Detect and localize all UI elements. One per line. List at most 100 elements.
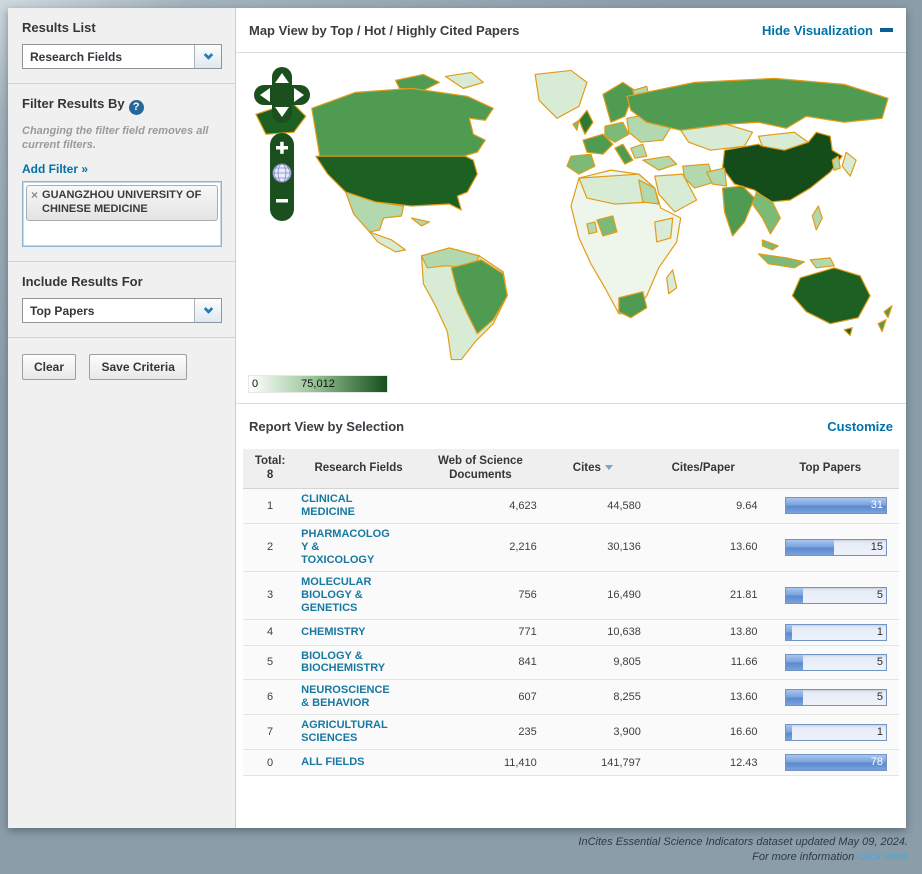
footer-dataset-line: InCites Essential Science Indicators dat… xyxy=(578,836,908,848)
filter-note: Changing the filter field removes all cu… xyxy=(22,124,209,152)
legend-max-value: 75,012 xyxy=(301,378,335,390)
remove-filter-icon[interactable]: × xyxy=(31,188,38,202)
field-cell: BIOLOGY & BIOCHEMISTRY xyxy=(297,645,420,681)
sidebar: Results List Research Fields Filter Resu… xyxy=(8,8,236,828)
top-papers-bar[interactable]: 1 xyxy=(785,723,887,741)
total-label: Total: xyxy=(254,455,286,467)
top-papers-bar[interactable]: 5 xyxy=(785,653,887,671)
table-row: 6 NEUROSCIENCE & BEHAVIOR 607 8,255 13.60 5 xyxy=(243,679,899,716)
field-cell: PHARMACOLOGY & TOXICOLOGY xyxy=(297,523,420,572)
bar-fill xyxy=(786,654,803,670)
legend-gradient-bar: 0 75,012 xyxy=(248,375,388,393)
field-cell: AGRICULTURAL SCIENCES xyxy=(297,714,420,751)
include-results-section: Include Results For Top Papers xyxy=(8,262,235,339)
top-papers-bar[interactable]: 5 xyxy=(785,586,887,604)
map-canvas[interactable] xyxy=(236,53,906,371)
research-field-link[interactable]: CHEMISTRY xyxy=(301,626,393,639)
zoom-control xyxy=(270,133,294,221)
click-here-link[interactable]: Click Here xyxy=(857,851,908,863)
report-title: Report View by Selection xyxy=(249,419,405,434)
cites-cell: 8,255 xyxy=(540,679,645,716)
active-filters-box[interactable]: × GUANGZHOU UNIVERSITY OF CHINESE MEDICI… xyxy=(22,181,222,248)
pan-control xyxy=(254,67,310,123)
legend-min-value: 0 xyxy=(252,378,259,390)
results-list-title: Results List xyxy=(22,20,96,35)
top-papers-cell: 5 xyxy=(761,645,899,681)
top-papers-cell: 5 xyxy=(761,679,899,716)
research-field-link[interactable]: ALL FIELDS xyxy=(301,756,393,769)
map-header: Map View by Top / Hot / Highly Cited Pap… xyxy=(236,8,906,53)
map-controls[interactable] xyxy=(248,61,318,229)
dropdown-button[interactable] xyxy=(194,299,221,323)
research-field-link[interactable]: BIOLOGY & BIOCHEMISTRY xyxy=(301,650,393,676)
table-filler xyxy=(236,776,906,828)
cites-per-paper-cell: 21.81 xyxy=(644,571,762,620)
filter-section: Filter Results By? Changing the filter f… xyxy=(8,84,235,263)
research-field-link[interactable]: NEUROSCIENCE & BEHAVIOR xyxy=(301,684,393,710)
clear-button[interactable]: Clear xyxy=(22,354,77,381)
table-row: 3 MOLECULAR BIOLOGY & GENETICS 756 16,490 21… xyxy=(243,571,899,620)
cites-cell: 30,136 xyxy=(540,523,645,572)
cites-cell: 3,900 xyxy=(540,714,645,751)
wos-documents-cell: 4,623 xyxy=(420,488,541,524)
add-filter-link[interactable]: Add Filter » xyxy=(22,162,88,176)
field-cell: CLINICAL MEDICINE xyxy=(297,488,420,524)
customize-link[interactable]: Customize xyxy=(827,419,893,434)
sort-desc-icon xyxy=(604,465,613,471)
wos-documents-cell: 2,216 xyxy=(420,523,541,572)
cites-cell: 44,580 xyxy=(540,488,645,524)
column-research-fields[interactable]: Research Fields xyxy=(297,449,420,489)
dropdown-button[interactable] xyxy=(194,45,221,68)
hide-visualization-label: Hide Visualization xyxy=(761,22,873,38)
actions-section: Clear Save Criteria xyxy=(8,338,235,394)
research-field-link[interactable]: CLINICAL MEDICINE xyxy=(301,493,393,519)
filter-tag: × GUANGZHOU UNIVERSITY OF CHINESE MEDICI… xyxy=(26,185,218,221)
world-choropleth-map[interactable] xyxy=(236,53,906,371)
cites-per-paper-cell: 9.64 xyxy=(644,488,762,524)
save-criteria-button[interactable]: Save Criteria xyxy=(89,354,187,381)
top-papers-bar[interactable]: 15 xyxy=(785,538,887,556)
chevron-down-icon xyxy=(203,304,213,315)
table-row: 0 ALL FIELDS 11,410 141,797 12.43 78 xyxy=(243,749,899,777)
column-top-papers[interactable]: Top Papers xyxy=(761,449,899,489)
total-value: 8 xyxy=(266,469,274,482)
wos-documents-cell: 841 xyxy=(420,645,541,681)
top-papers-bar[interactable]: 1 xyxy=(785,623,887,641)
include-results-selected: Top Papers xyxy=(30,303,95,318)
cites-per-paper-cell: 13.60 xyxy=(644,523,762,572)
results-list-dropdown[interactable]: Research Fields xyxy=(22,44,222,69)
include-results-title: Include Results For xyxy=(22,274,143,290)
top-papers-value: 5 xyxy=(876,588,883,601)
table-row: 5 BIOLOGY & BIOCHEMISTRY 841 9,805 11.66 5 xyxy=(243,645,899,681)
hide-visualization-link[interactable]: Hide Visualization xyxy=(762,23,893,38)
top-papers-bar[interactable]: 5 xyxy=(785,688,887,706)
column-wos-documents[interactable]: Web of Science Documents xyxy=(420,449,541,489)
rank-cell: 5 xyxy=(243,645,298,681)
include-results-dropdown[interactable]: Top Papers xyxy=(22,298,222,324)
filter-title-text: Filter Results By xyxy=(22,96,125,111)
cites-per-paper-cell: 13.80 xyxy=(644,619,762,646)
bar-fill xyxy=(786,724,792,740)
chevron-down-icon xyxy=(203,50,213,61)
column-cites-per-paper[interactable]: Cites/Paper xyxy=(644,449,762,489)
results-list-selected: Research Fields xyxy=(30,49,123,64)
footer-info-prefix: For more information xyxy=(752,851,855,864)
total-header: Total: 8 xyxy=(243,449,298,489)
top-papers-value: 31 xyxy=(870,499,883,512)
top-papers-bar[interactable]: 78 xyxy=(785,754,887,772)
table-row: 1 CLINICAL MEDICINE 4,623 44,580 9.64 31 xyxy=(243,488,899,524)
research-field-link[interactable]: MOLECULAR BIOLOGY & GENETICS xyxy=(301,576,393,615)
top-papers-bar[interactable]: 31 xyxy=(785,497,887,515)
top-papers-cell: 1 xyxy=(761,619,899,646)
bar-fill xyxy=(786,624,792,640)
wos-documents-cell: 11,410 xyxy=(420,749,541,777)
wos-documents-cell: 756 xyxy=(420,571,541,620)
research-field-link[interactable]: PHARMACOLOGY & TOXICOLOGY xyxy=(301,528,393,567)
research-field-link[interactable]: AGRICULTURAL SCIENCES xyxy=(301,719,393,745)
column-cites-sorted[interactable]: Cites xyxy=(540,449,645,489)
top-papers-cell: 5 xyxy=(761,571,899,620)
help-icon[interactable]: ? xyxy=(128,99,144,115)
main-area: Map View by Top / Hot / Highly Cited Pap… xyxy=(236,8,906,828)
footer-info-line: For more information Click Here xyxy=(578,850,908,865)
wos-documents-cell: 235 xyxy=(420,714,541,751)
